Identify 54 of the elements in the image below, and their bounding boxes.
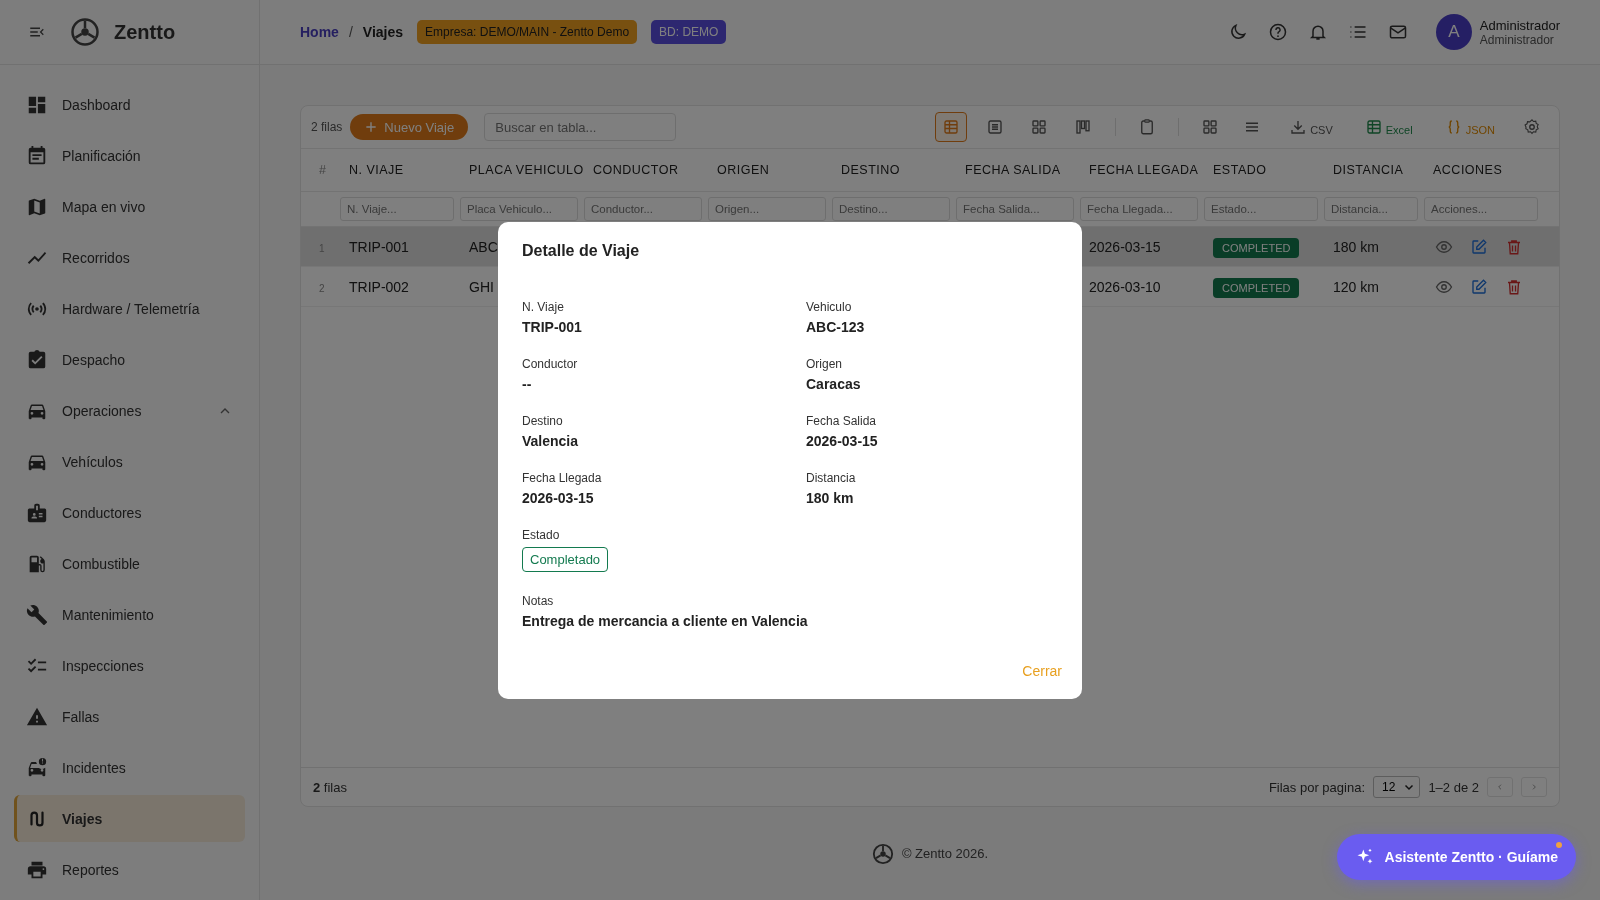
breadcrumb-separator: / (348, 24, 353, 40)
column-header: FECHA SALIDA (964, 163, 1062, 177)
copyright-text: © Zentto 2026. (901, 846, 989, 861)
user-role: Administrador (1479, 32, 1555, 47)
field-value: 180 km (806, 490, 854, 506)
table-cell: 2026-03-15 (1089, 238, 1161, 255)
status-badge: COMPLETED (1213, 237, 1300, 258)
column-header: ACCIONES (1432, 163, 1504, 177)
column-header: PLACA VEHICULO (468, 163, 581, 177)
field-label: Fecha Llegada (522, 471, 602, 485)
field-value: -- (522, 376, 532, 392)
field-value: Entrega de mercancia a cliente en Valencia (522, 613, 808, 629)
field-label: Notas (522, 594, 554, 608)
field-label: Fecha Salida (806, 414, 877, 428)
table-cell: 120 km (1333, 278, 1379, 295)
company-badge: Empresa: DEMO/MAIN - Zentto Demo (417, 20, 638, 44)
table-cell: GHI (469, 278, 494, 295)
field-label: Conductor (522, 357, 578, 371)
field-value: 2026-03-15 (806, 433, 878, 449)
table-cell: 2026-03-10 (1089, 278, 1161, 295)
status-chip: Completado (522, 547, 609, 572)
field-value: Valencia (522, 433, 579, 449)
field-value: TRIP-001 (522, 319, 582, 335)
column-header: FECHA LLEGADA (1088, 163, 1200, 177)
page-range: 1–2 de 2 (1428, 779, 1479, 795)
rows-per-page-label: Filas por pagina: (1268, 779, 1366, 795)
field-label: Estado (522, 528, 560, 542)
user-name: Administrador (1479, 17, 1560, 33)
column-header: DISTANCIA (1332, 163, 1405, 177)
row-number-header: # (318, 163, 328, 177)
column-header: CONDUCTOR (592, 163, 680, 177)
field-label: Vehiculo (806, 300, 852, 314)
dialog-title: Detalle de Viaje (522, 242, 641, 260)
row-count: 2 filas (311, 120, 343, 134)
brand-name: Zentto (114, 20, 176, 44)
database-badge: BD: DEMO (651, 20, 727, 44)
field-label: Destino (522, 414, 563, 428)
field-value: 2026-03-15 (522, 490, 594, 506)
column-header: N. VIAJE (348, 163, 405, 177)
table-cell: TRIP-002 (349, 278, 409, 295)
table-cell: TRIP-001 (349, 238, 409, 255)
column-header: DESTINO (840, 163, 902, 177)
table-cell: 180 km (1333, 238, 1379, 255)
status-badge: COMPLETED (1213, 277, 1300, 298)
column-header: ORIGEN (716, 163, 771, 177)
table-cell: ABC (469, 238, 498, 255)
field-value: Caracas (806, 376, 861, 392)
field-label: N. Viaje (522, 300, 564, 314)
field-label: Origen (806, 357, 843, 371)
row-count: 2 filas (313, 779, 347, 795)
field-value: ABC-123 (806, 319, 865, 335)
field-label: Distancia (806, 471, 856, 485)
breadcrumb-current: Viajes (362, 24, 404, 40)
column-header: ESTADO (1212, 163, 1268, 177)
